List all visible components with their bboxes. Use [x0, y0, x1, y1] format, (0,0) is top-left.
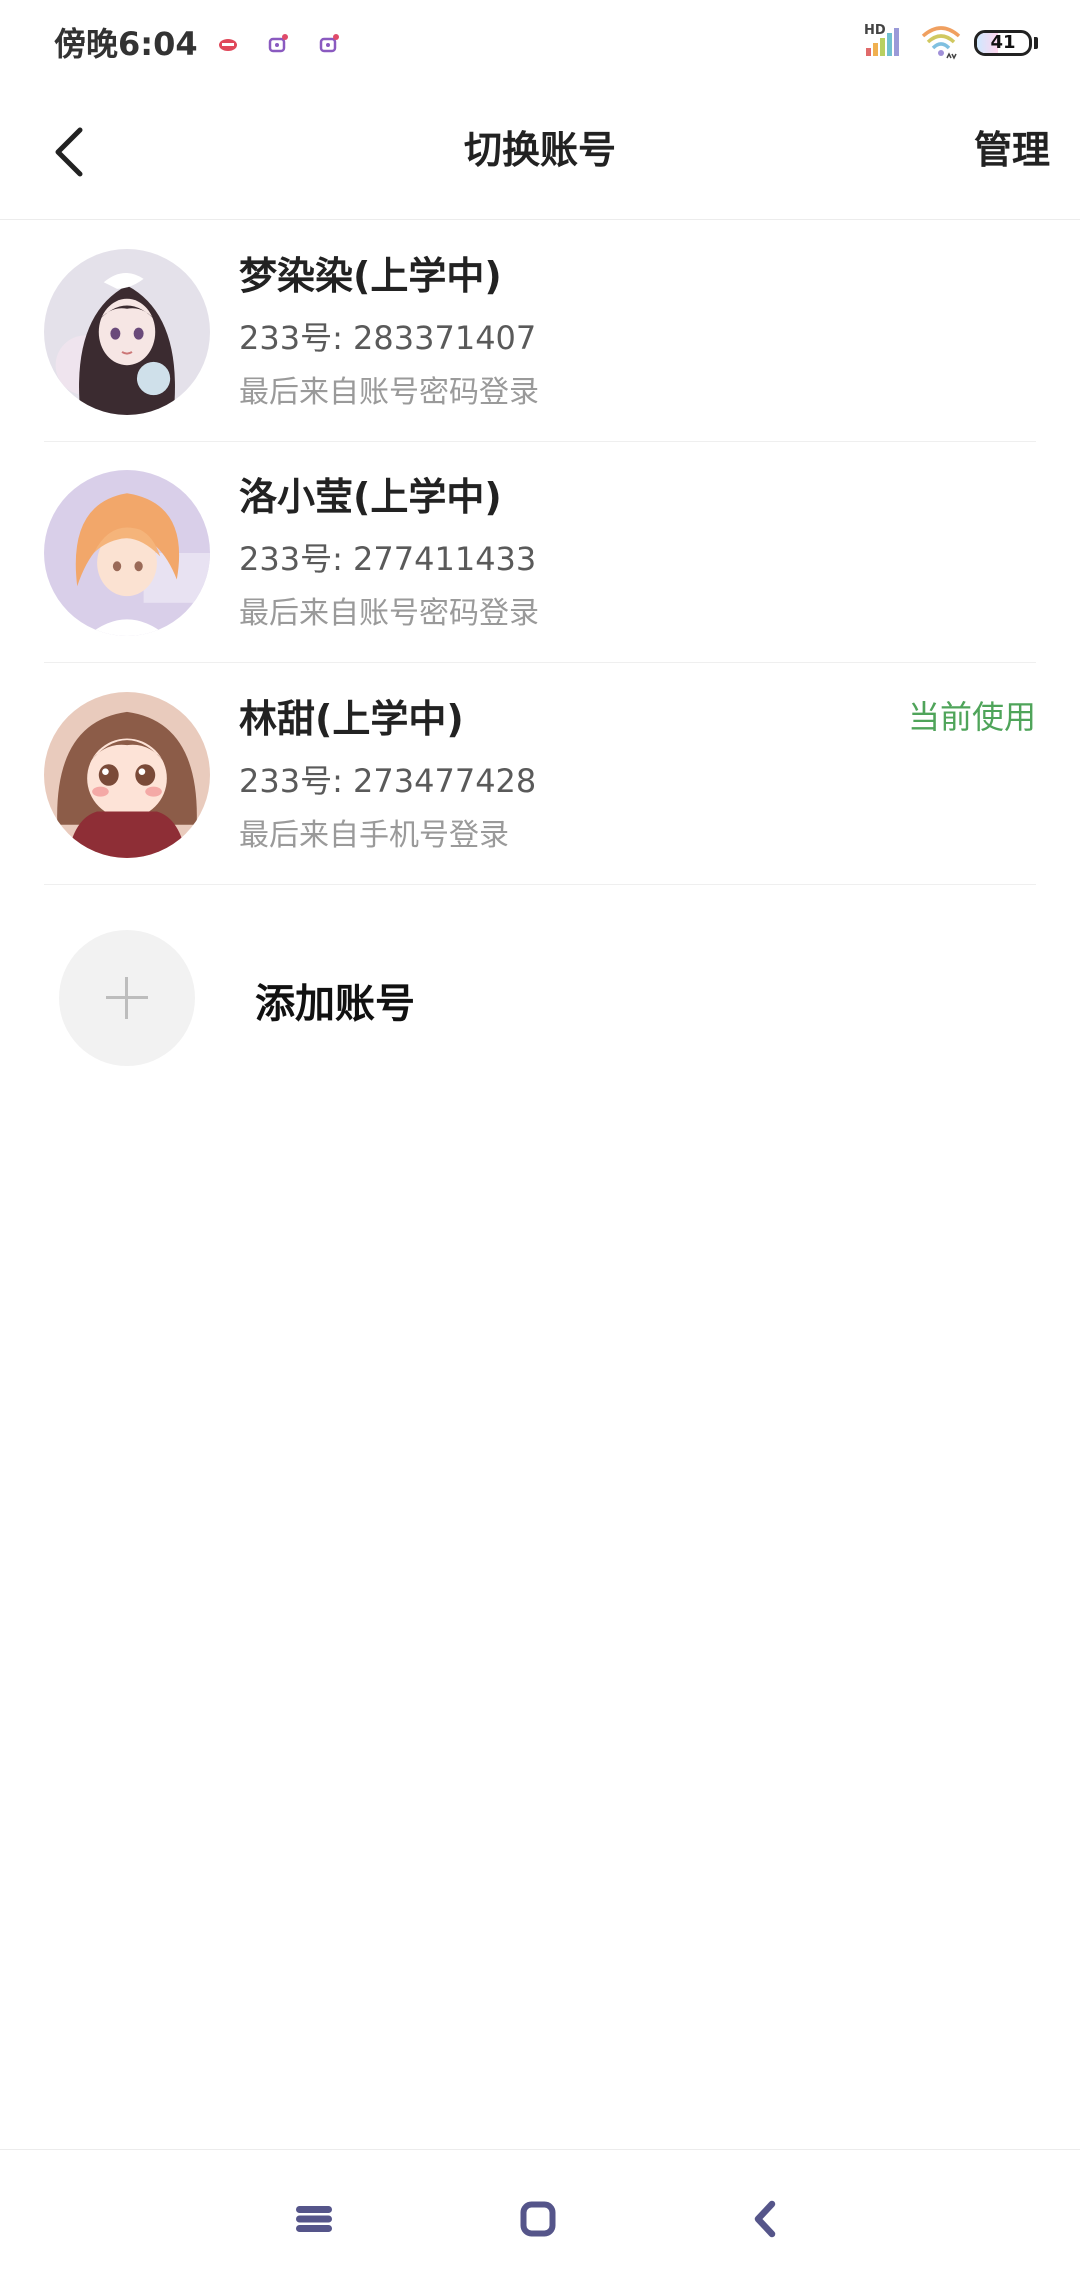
battery-level-text: 41 [990, 32, 1016, 53]
battery-icon: 41 [974, 30, 1032, 56]
notification-app-icon [319, 34, 339, 53]
nav-menu-button[interactable] [284, 2194, 344, 2244]
add-account-label[interactable]: 添加账号 [255, 980, 415, 1028]
account-name: 梦染染(上学中) [239, 254, 502, 298]
account-row-current[interactable]: 林甜(上学中) 当前使用 233号: 273477428 最后来自手机号登录 [0, 664, 1080, 885]
app-header: 切换账号 管理 [0, 88, 1080, 220]
account-row[interactable]: 梦染染(上学中) 233号: 283371407 最后来自账号密码登录 [0, 221, 1080, 442]
add-account-button[interactable] [59, 930, 195, 1066]
manage-button[interactable]: 管理 [974, 126, 1050, 174]
battery-tip [1034, 37, 1038, 49]
divider [44, 661, 1036, 663]
nav-back-icon [754, 2200, 776, 2238]
divider [44, 883, 1036, 885]
account-id: 233号: 273477428 [239, 762, 537, 800]
login-source: 最后来自账号密码登录 [239, 596, 539, 631]
status-bar: 傍晚6:04 HD 41 [0, 0, 1080, 88]
avatar [44, 249, 210, 415]
menu-icon [296, 2206, 332, 2232]
login-source: 最后来自手机号登录 [239, 818, 509, 853]
account-id: 233号: 277411433 [239, 540, 537, 578]
plus-icon-vertical [125, 977, 128, 1019]
current-account-badge: 当前使用 [907, 698, 1036, 736]
account-row[interactable]: 洛小莹(上学中) 233号: 277411433 最后来自账号密码登录 [0, 442, 1080, 663]
nav-home-button[interactable] [508, 2194, 568, 2244]
account-id: 233号: 283371407 [239, 319, 537, 357]
home-square-icon [520, 2201, 556, 2237]
system-nav-bar [0, 2149, 1080, 2280]
account-name: 林甜(上学中) [239, 697, 464, 741]
notification-app-icon [219, 39, 237, 51]
signal-icon [866, 28, 899, 56]
avatar [44, 470, 210, 636]
avatar [44, 692, 210, 858]
page-title: 切换账号 [463, 128, 616, 172]
add-account-row[interactable]: 添加账号 [0, 900, 1080, 1100]
notification-app-icon [268, 34, 288, 53]
status-time: 傍晚6:04 [54, 25, 198, 63]
wifi-icon [921, 26, 961, 60]
nav-back-button[interactable] [736, 2194, 796, 2244]
account-name: 洛小莹(上学中) [239, 475, 502, 519]
login-source: 最后来自账号密码登录 [239, 375, 539, 410]
